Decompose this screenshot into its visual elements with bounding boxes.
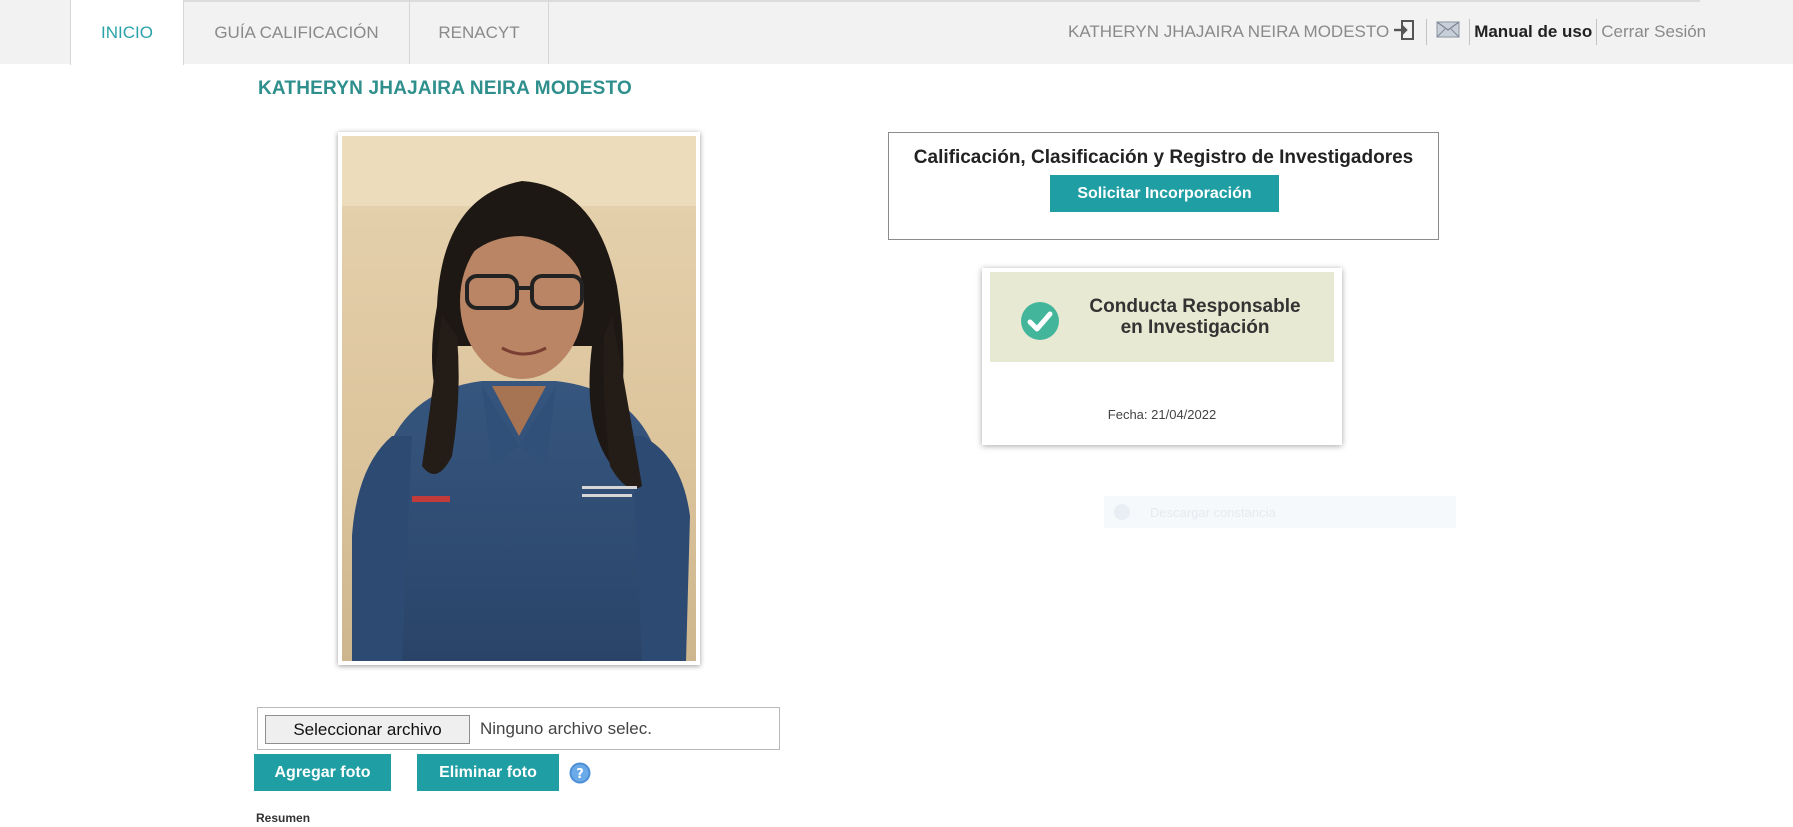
mail-icon[interactable]: [1436, 21, 1460, 43]
renacyt-title: Calificación, Clasificación y Registro d…: [913, 147, 1414, 168]
delete-photo-button[interactable]: Eliminar foto: [417, 754, 559, 791]
faded-download-link[interactable]: Descargar constancia: [1104, 496, 1456, 528]
crei-date: Fecha: 21/04/2022: [1107, 407, 1217, 422]
manual-de-uso-link[interactable]: Manual de uso: [1471, 22, 1595, 42]
tab-renacyt[interactable]: RENACYT: [410, 0, 549, 64]
profile-photo-frame: [338, 132, 700, 665]
tab-guia-calificacion[interactable]: GUÍA CALIFICACIÓN: [184, 0, 410, 64]
summary-label: Resumen: [256, 811, 311, 825]
solicitar-incorporacion-button[interactable]: Solicitar Incorporación: [1050, 175, 1279, 212]
user-name-link[interactable]: KATHERYN JHAJAIRA NEIRA MODESTO: [1068, 22, 1389, 42]
page-title: KATHERYN JHAJAIRA NEIRA MODESTO: [258, 78, 632, 99]
divider: [1426, 19, 1428, 45]
tab-inicio[interactable]: INICIO: [70, 0, 184, 65]
photo-file-input[interactable]: Seleccionar archivo Ninguno archivo sele…: [257, 707, 780, 750]
user-menu: KATHERYN JHAJAIRA NEIRA MODESTO Manual d…: [1068, 0, 1706, 64]
faded-download-text: Descargar constancia: [1150, 505, 1276, 520]
top-navigation-bar: INICIO GUÍA CALIFICACIÓN RENACYT KATHERY…: [0, 0, 1793, 65]
file-status: Ninguno archivo selec.: [480, 719, 652, 738]
crei-line-1: Conducta Responsable: [1089, 296, 1301, 317]
login-icon[interactable]: [1392, 18, 1416, 47]
crei-line-2: en Investigación: [1120, 317, 1270, 338]
help-icon[interactable]: ?: [569, 762, 591, 784]
add-photo-button[interactable]: Agregar foto: [254, 754, 391, 791]
download-icon: [1114, 504, 1130, 520]
check-circle-icon: [1021, 302, 1059, 340]
svg-text:?: ?: [576, 767, 584, 782]
logout-link[interactable]: Cerrar Sesión: [1598, 22, 1706, 42]
divider: [1469, 19, 1471, 45]
renacyt-panel: Calificación, Clasificación y Registro d…: [888, 132, 1439, 240]
conducta-responsable-banner: Conducta Responsable en Investigación: [990, 272, 1334, 362]
conducta-responsable-text: Conducta Responsable en Investigación: [1070, 296, 1320, 338]
select-file-button[interactable]: Seleccionar archivo: [265, 715, 470, 744]
conducta-responsable-card[interactable]: Conducta Responsable en Investigación Fe…: [982, 268, 1342, 445]
divider: [1596, 19, 1598, 45]
profile-photo: [342, 136, 696, 661]
